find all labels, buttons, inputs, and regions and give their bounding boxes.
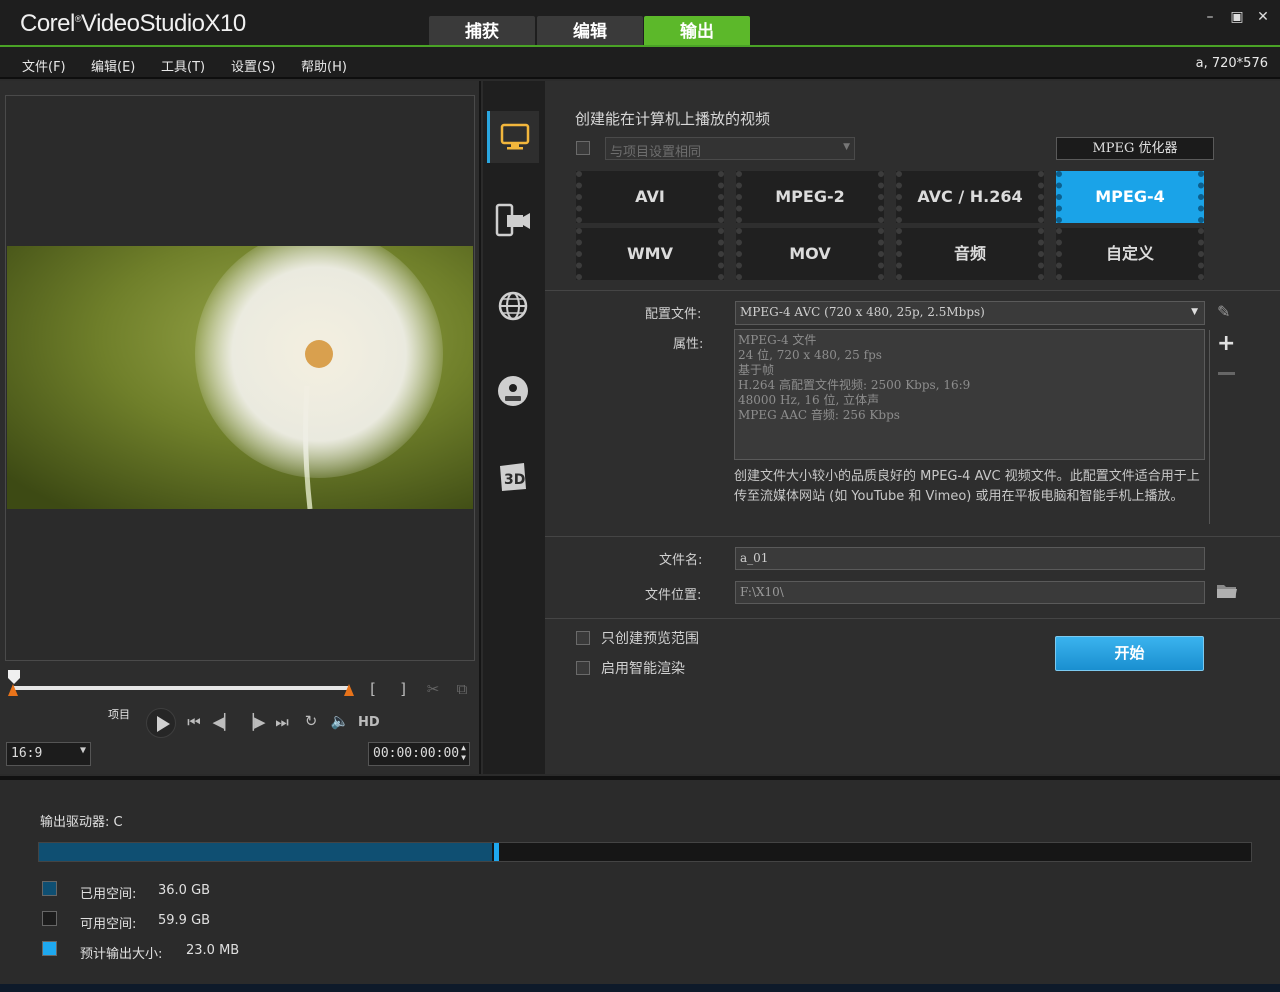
format-audio-button[interactable]: 音频	[896, 228, 1044, 280]
section-divider	[545, 290, 1280, 291]
format-mov-button[interactable]: MOV	[736, 228, 884, 280]
preview-range-checkbox[interactable]	[576, 631, 590, 645]
tab-edit[interactable]: 编辑	[537, 16, 643, 46]
device-output-icon[interactable]	[487, 194, 539, 246]
restore-icon[interactable]: ▣	[1227, 8, 1247, 28]
output-size-label: 预计输出大小:	[80, 947, 163, 962]
timecode-value: 00:00:00:00	[373, 746, 460, 761]
mode-label[interactable]: 项目	[108, 706, 130, 722]
output-category-sidebar	[483, 81, 545, 774]
start-button[interactable]: 开始	[1055, 636, 1204, 671]
copy-icon[interactable]: ⧉	[452, 680, 472, 698]
volume-icon[interactable]: 🔈	[328, 712, 352, 730]
play-icon	[157, 716, 170, 732]
profile-label: 配置文件:	[645, 307, 702, 322]
aspect-ratio-select[interactable]: 16:9 ▼	[6, 742, 91, 766]
menu-tools[interactable]: 工具(T)	[161, 56, 205, 75]
format-mpeg4-button[interactable]: MPEG-4	[1056, 171, 1204, 223]
previous-frame-icon[interactable]: ◀▏	[212, 713, 236, 731]
profile-description: 创建文件大小较小的品质良好的 MPEG-4 AVC 视频文件。此配置文件适合用于…	[734, 469, 1200, 504]
profile-select[interactable]: MPEG-4 AVC (720 x 480, 25p, 2.5Mbps) ▼	[735, 301, 1205, 325]
repeat-icon[interactable]: ↻	[300, 712, 322, 730]
timecode-field[interactable]: 00:00:00:00 ▲ ▼	[368, 742, 470, 766]
computer-output-icon[interactable]	[487, 111, 539, 163]
menu-settings[interactable]: 设置(S)	[231, 56, 275, 75]
tab-capture[interactable]: 捕获	[429, 16, 535, 46]
timecode-stepper-icon[interactable]: ▲ ▼	[461, 743, 466, 763]
drive-used-fill	[39, 843, 492, 861]
minimize-icon[interactable]: –	[1200, 8, 1220, 28]
filename-input[interactable]: a_01	[735, 547, 1205, 570]
scissors-icon[interactable]: ✂	[423, 680, 443, 698]
used-space-swatch	[42, 881, 57, 896]
aspect-ratio-value: 16:9	[11, 746, 43, 761]
format-mpeg2-button[interactable]: MPEG-2	[736, 171, 884, 223]
location-input[interactable]: F:\X10\	[735, 581, 1205, 604]
trim-start-handle[interactable]	[8, 684, 18, 700]
app-title-product: VideoStudio	[81, 10, 205, 37]
output-size-value: 23.0 MB	[186, 943, 240, 958]
output-drive-label: 输出驱动器: C	[40, 815, 123, 830]
app-title-version: X10	[204, 10, 247, 37]
chevron-down-icon: ▼	[79, 745, 86, 756]
3d-output-icon[interactable]: 3D	[487, 451, 539, 503]
close-icon[interactable]: ✕	[1253, 8, 1273, 28]
svg-text:3D: 3D	[504, 472, 525, 488]
output-heading: 创建能在计算机上播放的视频	[575, 110, 771, 128]
free-space-value: 59.9 GB	[158, 913, 211, 928]
smart-render-label: 启用智能渲染	[601, 661, 685, 677]
mpeg-optimizer-button[interactable]: MPEG 优化器	[1056, 137, 1214, 160]
menu-edit[interactable]: 编辑(E)	[91, 56, 135, 75]
next-frame-icon[interactable]: ▕▶	[242, 713, 266, 731]
drive-output-fill	[494, 843, 499, 861]
preview-range-label: 只创建预览范围	[601, 631, 699, 647]
same-as-project-select[interactable]: 与项目设置相同 ▼	[605, 137, 855, 160]
disc-icon[interactable]	[487, 365, 539, 417]
properties-box: MPEG-4 文件 24 位, 720 x 480, 25 fps 基于帧 H.…	[734, 329, 1205, 460]
properties-scrollbar[interactable]	[1209, 330, 1210, 524]
add-profile-plus-icon[interactable]: +	[1217, 331, 1235, 356]
preview-image	[7, 246, 473, 509]
chevron-down-icon: ▼	[843, 142, 850, 152]
trim-end-handle[interactable]	[344, 684, 354, 700]
format-avi-button[interactable]: AVI	[576, 171, 724, 223]
properties-label: 属性:	[673, 337, 704, 352]
menu-help[interactable]: 帮助(H)	[301, 56, 347, 75]
go-to-start-icon[interactable]: ⏮	[184, 713, 204, 731]
output-size-swatch	[42, 941, 57, 956]
used-space-label: 已用空间:	[80, 887, 137, 902]
project-info: a, 720*576	[1195, 56, 1268, 71]
free-space-label: 可用空间:	[80, 917, 137, 932]
os-taskbar	[0, 984, 1280, 992]
hd-toggle[interactable]: HD	[358, 715, 380, 730]
chevron-down-icon: ▼	[1191, 307, 1198, 317]
section-divider	[545, 536, 1280, 537]
globe-icon[interactable]	[487, 280, 539, 332]
mark-out-button[interactable]: ]	[396, 680, 410, 698]
folder-icon[interactable]	[1216, 582, 1238, 604]
tab-share[interactable]: 输出	[644, 16, 750, 46]
edit-profile-pencil-icon[interactable]: ✎	[1217, 302, 1230, 321]
smart-render-checkbox[interactable]	[576, 661, 590, 675]
remove-profile-minus-icon[interactable]	[1218, 372, 1235, 375]
app-title-brand: Corel	[20, 10, 75, 37]
go-to-end-icon[interactable]: ⏭	[272, 713, 292, 731]
format-custom-button[interactable]: 自定义	[1056, 228, 1204, 280]
filename-label: 文件名:	[659, 553, 703, 568]
format-wmv-button[interactable]: WMV	[576, 228, 724, 280]
app-title: Corel®VideoStudioX10	[20, 10, 247, 37]
same-as-project-label: 与项目设置相同	[610, 145, 702, 160]
location-label: 文件位置:	[645, 588, 702, 603]
mark-in-button[interactable]: [	[366, 680, 380, 698]
same-as-project-checkbox[interactable]	[576, 141, 590, 155]
menu-file[interactable]: 文件(F)	[22, 56, 66, 75]
profile-value: MPEG-4 AVC (720 x 480, 25p, 2.5Mbps)	[740, 305, 985, 319]
used-space-value: 36.0 GB	[158, 883, 211, 898]
scrub-bar[interactable]	[14, 686, 350, 690]
free-space-swatch	[42, 911, 57, 926]
play-button[interactable]	[146, 708, 176, 738]
format-avc-h264-button[interactable]: AVC / H.264	[896, 171, 1044, 223]
section-divider	[545, 618, 1280, 619]
